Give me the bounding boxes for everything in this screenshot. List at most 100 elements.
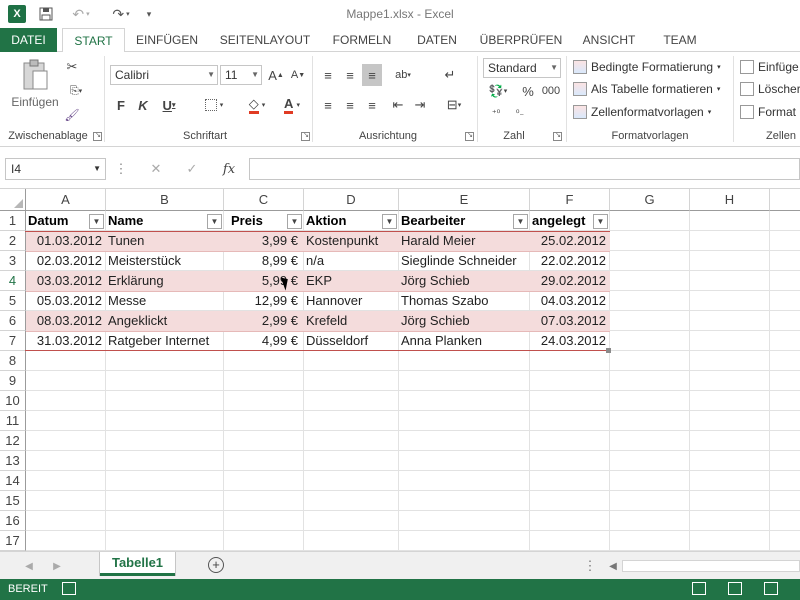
filter-dropdown-icon[interactable]: ▼ <box>382 214 397 229</box>
normal-view-icon[interactable] <box>692 582 706 595</box>
column-header-h[interactable]: H <box>690 189 770 211</box>
filter-dropdown-icon[interactable]: ▼ <box>593 214 608 229</box>
alignment-launcher-icon[interactable]: ↘ <box>465 132 474 141</box>
row-header[interactable]: 10 <box>0 391 26 411</box>
shrink-font-icon[interactable]: A ▼ <box>289 64 307 86</box>
cell-angelegt[interactable]: 25.02.2012 <box>530 231 608 251</box>
cell-angelegt[interactable]: 22.02.2012 <box>530 251 608 271</box>
enter-icon[interactable]: ✓ <box>182 158 202 180</box>
cell-bearbeiter[interactable]: Thomas Szabo <box>399 291 529 311</box>
more-options-icon[interactable]: ⋮ <box>114 158 128 180</box>
filter-dropdown-icon[interactable]: ▼ <box>89 214 104 229</box>
row-header[interactable]: 13 <box>0 451 26 471</box>
cell-bearbeiter[interactable]: Harald Meier <box>399 231 529 251</box>
cell-name[interactable]: Erklärung <box>106 271 222 291</box>
tab-view[interactable]: ANSICHT <box>576 28 642 52</box>
column-header-g[interactable]: G <box>610 189 690 211</box>
row-header[interactable]: 3 <box>0 251 26 271</box>
cell-preis[interactable]: 8,99 € <box>224 251 300 271</box>
scroll-tabs-right-icon[interactable]: ▶ <box>50 555 64 577</box>
align-top-icon[interactable]: ≡ <box>318 64 338 86</box>
sheet-options-icon[interactable]: ⋮ <box>583 555 597 577</box>
font-launcher-icon[interactable]: ↘ <box>301 132 310 141</box>
cell-datum[interactable]: 08.03.2012 <box>26 311 104 331</box>
row-header[interactable]: 14 <box>0 471 26 491</box>
header-cell-name[interactable]: Name <box>106 211 206 231</box>
name-box[interactable]: I4 ▼ <box>5 158 106 180</box>
column-header-f[interactable]: F <box>530 189 610 211</box>
cell-bearbeiter[interactable]: Anna Planken <box>399 331 529 351</box>
cancel-icon[interactable]: ✕ <box>146 158 166 180</box>
page-layout-view-icon[interactable] <box>728 582 742 595</box>
row-header[interactable]: 4 <box>0 271 26 291</box>
font-name-select[interactable]: Calibri ▼ <box>110 65 218 85</box>
wrap-text-icon[interactable]: ↵ <box>440 64 460 86</box>
worksheet-grid[interactable]: A B C D E F G H 1 2 3 4 5 6 7 8 9 10 11 12 13 14 15 16 1… <box>0 189 800 551</box>
header-cell-preis[interactable]: Preis <box>229 211 284 231</box>
format-as-table-button[interactable]: Als Tabelle formatieren ▾ <box>573 82 720 96</box>
align-center-icon[interactable]: ≡ <box>340 94 360 116</box>
filter-dropdown-icon[interactable]: ▼ <box>287 214 302 229</box>
cell-angelegt[interactable]: 07.03.2012 <box>530 311 608 331</box>
row-header[interactable]: 8 <box>0 351 26 371</box>
scroll-left-icon[interactable]: ◀ <box>606 555 620 577</box>
horizontal-scrollbar[interactable] <box>622 560 800 572</box>
page-break-view-icon[interactable] <box>764 582 778 595</box>
row-header[interactable]: 11 <box>0 411 26 431</box>
paste-icon[interactable] <box>18 58 52 94</box>
insert-function-button[interactable]: fx <box>218 158 240 180</box>
cell-name[interactable]: Messe <box>106 291 222 311</box>
cell-bearbeiter[interactable]: Jörg Schieb <box>399 311 529 331</box>
row-header[interactable]: 6 <box>0 311 26 331</box>
cell-aktion[interactable]: EKP <box>304 271 398 291</box>
table-resize-handle[interactable] <box>606 348 611 353</box>
cell-angelegt[interactable]: 24.03.2012 <box>530 331 608 351</box>
column-header-c[interactable]: C <box>224 189 304 211</box>
cell-angelegt[interactable]: 29.02.2012 <box>530 271 608 291</box>
cell-preis[interactable]: 3,99 € <box>224 231 300 251</box>
tab-team[interactable]: TEAM <box>652 28 708 52</box>
format-painter-icon[interactable]: 🖌 <box>62 104 82 126</box>
underline-button[interactable]: U ▾ <box>156 94 182 116</box>
formula-input[interactable] <box>249 158 800 180</box>
tab-file[interactable]: DATEI <box>0 28 57 52</box>
cell-datum[interactable]: 02.03.2012 <box>26 251 104 271</box>
merge-center-icon[interactable]: ⊟ ▾ <box>440 94 468 116</box>
cell-name[interactable]: Ratgeber Internet <box>106 331 222 351</box>
align-left-icon[interactable]: ≡ <box>318 94 338 116</box>
cell-aktion[interactable]: Krefeld <box>304 311 398 331</box>
column-header-e[interactable]: E <box>399 189 530 211</box>
clipboard-launcher-icon[interactable]: ↘ <box>93 132 102 141</box>
cell-aktion[interactable]: Hannover <box>304 291 398 311</box>
cell-datum[interactable]: 01.03.2012 <box>26 231 104 251</box>
number-launcher-icon[interactable]: ↘ <box>553 132 562 141</box>
cell-preis[interactable]: 12,99 € <box>224 291 300 311</box>
fill-color-icon[interactable]: ◇ ▾ <box>240 94 274 116</box>
decrease-indent-icon[interactable]: ⇤ <box>388 94 408 116</box>
cell-preis[interactable]: 4,99 € <box>224 331 300 351</box>
number-format-select[interactable]: Standard ▼ <box>483 58 561 78</box>
cell-name[interactable]: Tunen <box>106 231 222 251</box>
cell-preis[interactable]: 2,99 € <box>224 311 300 331</box>
align-bottom-icon[interactable]: ≡ <box>362 64 382 86</box>
orientation-icon[interactable]: ab ▾ <box>389 64 417 86</box>
tab-insert[interactable]: EINFÜGEN <box>131 28 203 52</box>
row-header[interactable]: 2 <box>0 231 26 251</box>
currency-format-icon[interactable]: 💱 ▾ <box>483 80 513 102</box>
row-header[interactable]: 9 <box>0 371 26 391</box>
cell-aktion[interactable]: Düsseldorf <box>304 331 398 351</box>
header-cell-bearbeiter[interactable]: Bearbeiter <box>399 211 511 231</box>
header-cell-aktion[interactable]: Aktion <box>304 211 382 231</box>
tab-start[interactable]: START <box>62 28 125 53</box>
cell-name[interactable]: Meisterstück <box>106 251 222 271</box>
increase-decimal-icon[interactable]: ⁺⁰ <box>486 102 506 124</box>
tab-formulas[interactable]: FORMELN <box>327 28 397 52</box>
macro-recording-icon[interactable] <box>62 582 76 595</box>
header-cell-datum[interactable]: Datum <box>26 211 90 231</box>
row-header[interactable]: 12 <box>0 431 26 451</box>
copy-icon[interactable]: ⎘ ▾ <box>62 80 90 102</box>
column-header-d[interactable]: D <box>304 189 399 211</box>
row-header[interactable]: 15 <box>0 491 26 511</box>
cell-angelegt[interactable]: 04.03.2012 <box>530 291 608 311</box>
cut-icon[interactable]: ✂ <box>62 56 82 78</box>
